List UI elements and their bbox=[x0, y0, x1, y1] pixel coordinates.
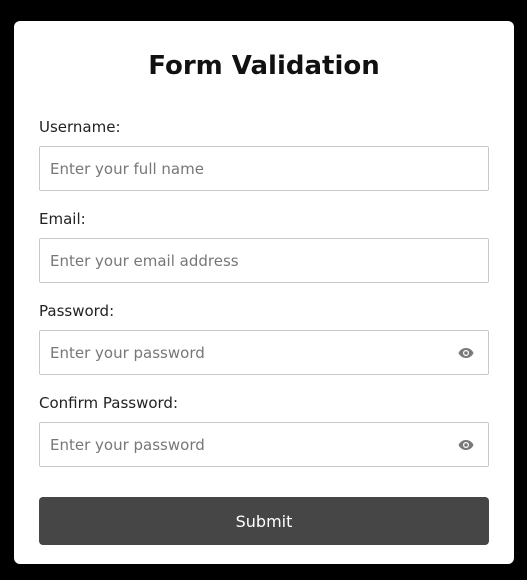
confirm-password-input[interactable] bbox=[40, 423, 488, 466]
confirm-password-input-wrapper bbox=[39, 422, 489, 467]
eye-icon[interactable] bbox=[458, 347, 474, 359]
email-input-wrapper bbox=[39, 238, 489, 283]
submit-button[interactable]: Submit bbox=[39, 497, 489, 545]
email-input[interactable] bbox=[40, 239, 488, 282]
password-label: Password: bbox=[39, 302, 115, 320]
confirm-password-field-group: Confirm Password: bbox=[39, 393, 489, 467]
email-label: Email: bbox=[39, 210, 86, 228]
confirm-password-label: Confirm Password: bbox=[39, 394, 179, 412]
password-input[interactable] bbox=[40, 331, 488, 374]
username-input[interactable] bbox=[40, 147, 488, 190]
password-input-wrapper bbox=[39, 330, 489, 375]
email-field-group: Email: bbox=[39, 209, 489, 283]
form-card: Form Validation Username: Email: Passwor… bbox=[14, 21, 514, 564]
form-title: Form Validation bbox=[148, 51, 380, 81]
username-input-wrapper bbox=[39, 146, 489, 191]
username-field-group: Username: bbox=[39, 117, 489, 191]
password-field-group: Password: bbox=[39, 301, 489, 375]
username-label: Username: bbox=[39, 118, 121, 136]
eye-icon[interactable] bbox=[458, 439, 474, 451]
